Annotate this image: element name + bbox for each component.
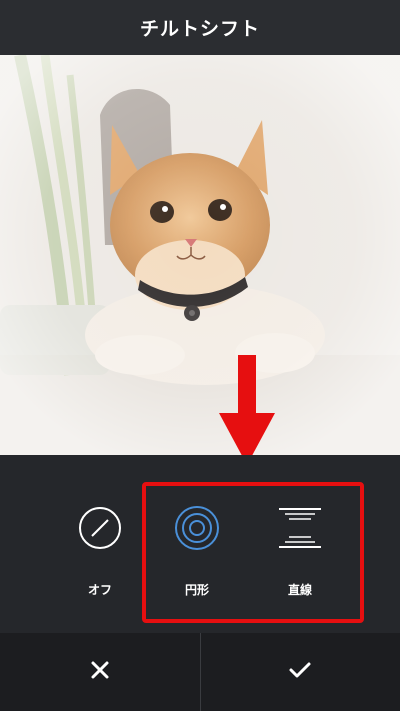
cat-photo [0,55,400,455]
tool-label-off: オフ [87,583,112,597]
page-title: チルトシフト [139,18,260,40]
off-slash-icon [77,505,123,551]
photo-preview [0,55,400,455]
tiltshift-off-option[interactable]: オフ [60,505,140,605]
header-bar: チルトシフト [0,0,400,55]
footer-bar [0,633,400,711]
cancel-button[interactable] [0,633,200,711]
annotation-highlight-box [142,482,364,623]
annotation-arrow [219,355,275,465]
close-icon [90,660,110,684]
confirm-button[interactable] [201,633,400,711]
checkmark-icon [288,660,312,684]
